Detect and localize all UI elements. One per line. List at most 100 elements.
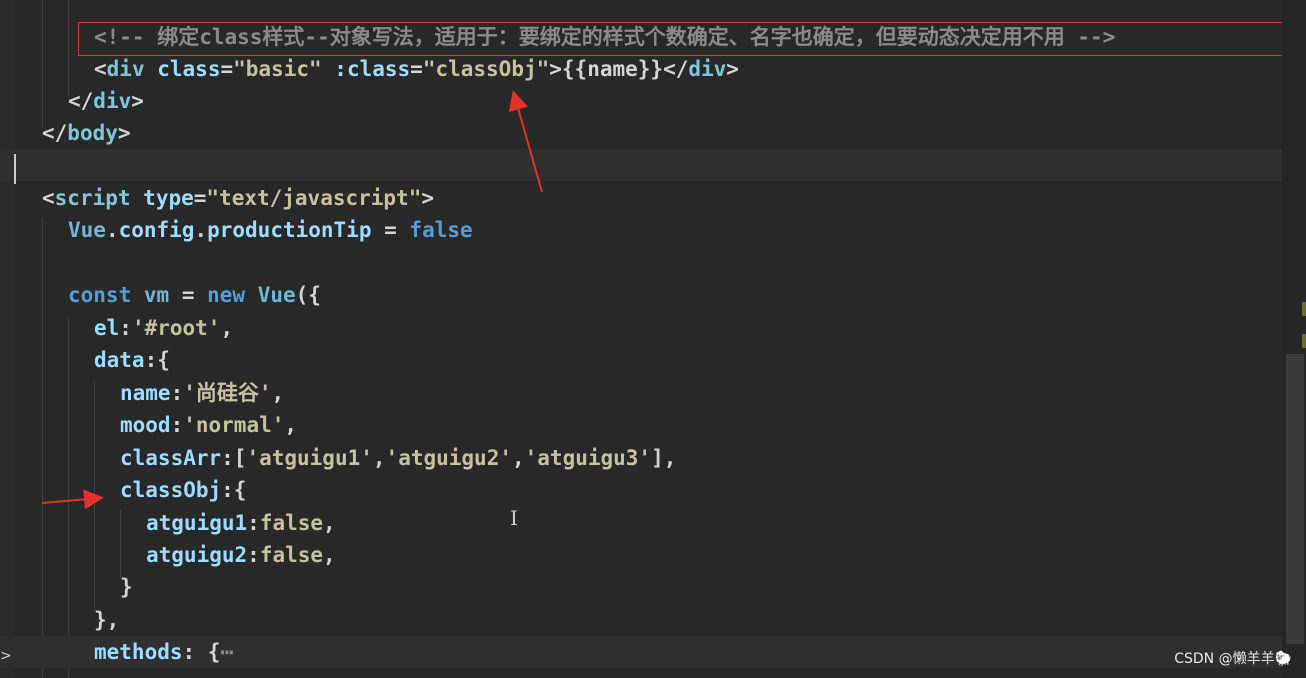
code-token: = bbox=[371, 218, 410, 242]
code-token: </ bbox=[42, 121, 68, 145]
code-token: > bbox=[131, 89, 144, 113]
code-line[interactable]: methods: {⋯ bbox=[0, 636, 1282, 668]
code-token: </ bbox=[663, 57, 689, 81]
code-line[interactable]: Vue.config.productionTip = false bbox=[0, 214, 1282, 246]
code-line-text: el:'#root', bbox=[94, 312, 233, 344]
code-line[interactable] bbox=[0, 149, 1282, 181]
code-token: , bbox=[220, 316, 234, 340]
code-token: = bbox=[220, 57, 234, 81]
code-token: name bbox=[120, 381, 171, 405]
code-token: body bbox=[67, 121, 118, 145]
code-line[interactable]: mood:'normal', bbox=[0, 409, 1282, 441]
code-line[interactable] bbox=[0, 247, 1282, 279]
fold-chevron-icon[interactable]: > bbox=[0, 648, 12, 664]
code-token: ], bbox=[651, 446, 677, 470]
code-token: new bbox=[207, 283, 246, 307]
annotation-highlight-box bbox=[78, 22, 1285, 56]
code-token: 'atguigu3' bbox=[524, 446, 652, 470]
code-line[interactable]: const vm = new Vue({ bbox=[0, 279, 1282, 311]
code-line-text: </div> bbox=[68, 85, 144, 117]
code-line[interactable]: <script type="text/javascript"> bbox=[0, 182, 1282, 214]
code-token: atguigu1 bbox=[146, 511, 248, 535]
code-token: , bbox=[323, 543, 336, 567]
code-line-text: const vm = new Vue({ bbox=[68, 279, 321, 311]
code-token: script bbox=[54, 186, 131, 210]
code-token: < bbox=[94, 57, 107, 81]
code-line-text: } bbox=[120, 571, 133, 603]
code-line[interactable]: data:{ bbox=[0, 344, 1282, 376]
code-line[interactable]: el:'#root', bbox=[0, 312, 1282, 344]
code-token: false bbox=[259, 511, 324, 535]
code-token: }, bbox=[94, 608, 120, 632]
code-token: . bbox=[194, 218, 208, 242]
code-token: ({ bbox=[295, 283, 321, 307]
code-token: 'normal' bbox=[183, 413, 285, 437]
code-token: : bbox=[170, 381, 184, 405]
code-token: :{ bbox=[144, 348, 170, 372]
code-line[interactable]: classObj:{ bbox=[0, 474, 1282, 506]
code-line[interactable]: classArr:['atguigu1','atguigu2','atguigu… bbox=[0, 442, 1282, 474]
code-token: "classObj" bbox=[422, 57, 550, 81]
code-token: > bbox=[117, 121, 131, 145]
code-token: mood bbox=[120, 413, 171, 437]
code-token: 'atguigu1' bbox=[246, 446, 373, 470]
code-line[interactable]: }, bbox=[0, 604, 1282, 636]
code-token: , bbox=[271, 381, 285, 405]
code-token: '#root' bbox=[131, 316, 221, 340]
code-token: div bbox=[688, 57, 727, 81]
code-line[interactable]: } bbox=[0, 571, 1282, 603]
code-line-text: data:{ bbox=[94, 344, 170, 376]
code-token: vm bbox=[143, 283, 170, 307]
scrollbar-marker bbox=[1302, 334, 1306, 348]
scrollbar-thumb[interactable] bbox=[1286, 354, 1304, 644]
code-token: data bbox=[94, 348, 145, 372]
code-line[interactable]: atguigu1:false, bbox=[0, 507, 1282, 539]
code-token: '尚硅谷' bbox=[183, 381, 272, 405]
code-line-text: atguigu1:false, bbox=[146, 507, 336, 539]
code-token: "basic" bbox=[233, 57, 322, 81]
code-line-text: <div class="basic" :class="classObj">{{n… bbox=[94, 53, 739, 85]
code-line[interactable]: </body> bbox=[0, 117, 1282, 149]
code-token: = bbox=[410, 57, 423, 81]
code-token: < bbox=[42, 186, 55, 210]
code-token: config bbox=[118, 218, 195, 242]
code-token: classArr bbox=[120, 446, 222, 470]
code-token: methods bbox=[94, 640, 183, 664]
code-token: ⋯ bbox=[220, 640, 234, 664]
code-token: , bbox=[323, 511, 336, 535]
code-line-text: classObj:{ bbox=[120, 474, 246, 506]
code-token: , bbox=[511, 446, 525, 470]
vertical-scrollbar[interactable] bbox=[1282, 0, 1306, 678]
code-token: > bbox=[549, 57, 562, 81]
code-line-text: mood:'normal', bbox=[120, 409, 297, 441]
code-line[interactable]: <div class="basic" :class="classObj">{{n… bbox=[0, 53, 1282, 85]
code-token: Vue bbox=[257, 283, 296, 307]
code-token: > bbox=[421, 186, 434, 210]
code-line[interactable]: </div> bbox=[0, 85, 1282, 117]
code-token: :{ bbox=[221, 478, 247, 502]
code-token: type bbox=[143, 186, 194, 210]
code-token: : bbox=[247, 511, 260, 535]
code-line-text: Vue.config.productionTip = false bbox=[68, 214, 473, 246]
code-token: false bbox=[409, 218, 473, 242]
code-line[interactable]: name:'尚硅谷', bbox=[0, 377, 1282, 409]
code-token: , bbox=[284, 413, 298, 437]
code-line-text: <script type="text/javascript"> bbox=[42, 182, 434, 214]
code-token: , bbox=[372, 446, 386, 470]
code-token: : bbox=[247, 543, 260, 567]
code-line[interactable]: atguigu2:false, bbox=[0, 539, 1282, 571]
code-token: } bbox=[120, 575, 133, 599]
code-token: false bbox=[259, 543, 324, 567]
code-token: div bbox=[93, 89, 132, 113]
code-token: productionTip bbox=[207, 218, 372, 242]
code-token: classObj bbox=[120, 478, 222, 502]
code-token: = bbox=[169, 283, 208, 307]
code-token: Vue bbox=[68, 218, 106, 242]
code-editor[interactable]: <!-- 绑定class样式--对象写法，适用于：要绑定的样式个数确定、名字也确… bbox=[0, 0, 1306, 678]
scrollbar-marker bbox=[1302, 302, 1306, 316]
code-line-text: methods: {⋯ bbox=[94, 636, 233, 668]
